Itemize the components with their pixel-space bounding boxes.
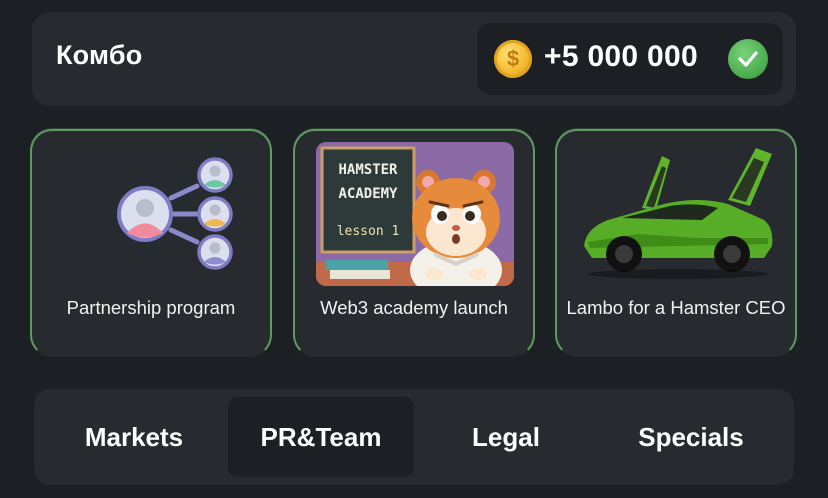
chalkboard-line-3: lesson 1 [336,224,400,239]
chalkboard-line-2: ACADEMY [338,186,398,202]
card-partnership-program[interactable]: Partnership program [30,129,272,357]
combo-title: Комбо [56,40,143,70]
tab-specials[interactable]: Specials [598,397,784,477]
card-lambo-for-hamster-ceo[interactable]: Lambo for a Hamster CEO [555,129,797,357]
check-icon [728,39,768,79]
chalkboard-line-1: HAMSTER [338,162,398,178]
combo-bar: Комбо +5 000 000 [32,12,796,106]
tab-legal[interactable]: Legal [418,397,594,477]
combo-reward-amount: +5 000 000 [544,40,698,73]
coin-icon [494,40,532,78]
hamster-academy-illustration: HAMSTER ACADEMY lesson 1 [316,142,514,286]
green-lamborghini-illustration [578,142,776,286]
tab-pr-team[interactable]: PR&Team [228,397,414,477]
tab-markets[interactable]: Markets [44,397,224,477]
card-web3-academy-launch[interactable]: HAMSTER ACADEMY lesson 1 Web3 academy la… [293,129,535,357]
combo-reward: +5 000 000 [477,23,783,95]
partnership-network-illustration [53,142,251,286]
category-tabs: Markets PR&Team Legal Specials [34,389,794,485]
card-label: Web3 academy launch [320,297,508,318]
card-label: Partnership program [66,297,236,318]
card-label: Lambo for a Hamster CEO [566,297,786,318]
